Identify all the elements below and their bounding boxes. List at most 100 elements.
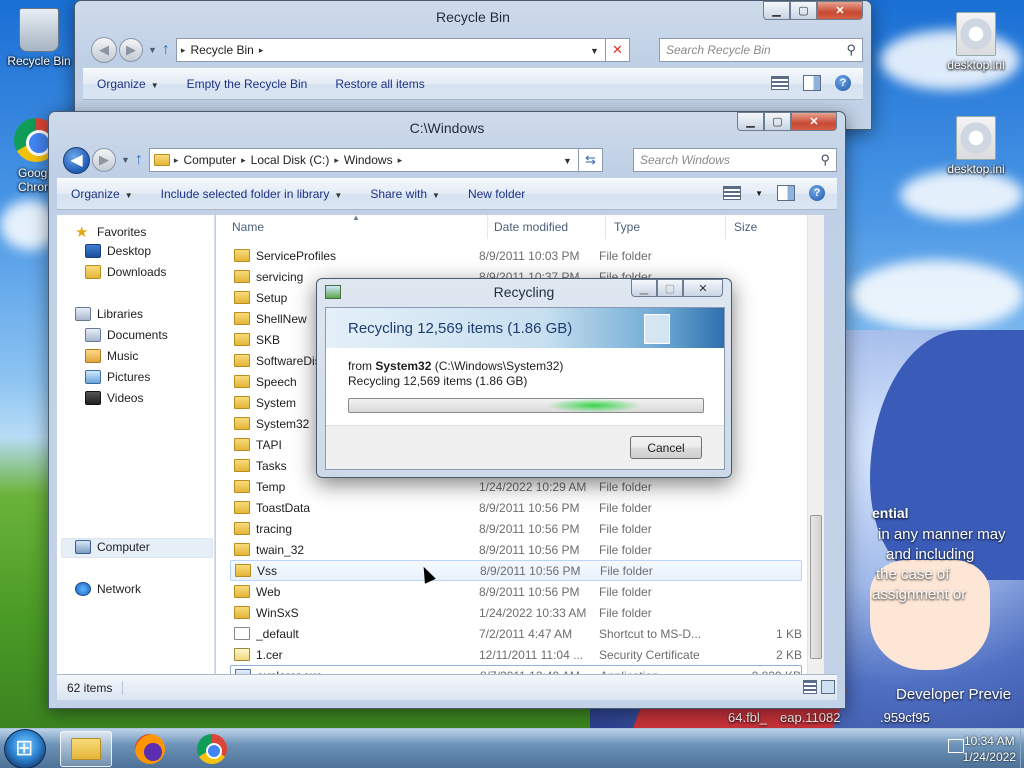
preview-pane-icon[interactable] — [803, 75, 821, 91]
file-type: File folder — [599, 500, 652, 515]
search-input[interactable]: Search Recycle Bin ⚲ — [659, 38, 863, 62]
file-type: File folder — [600, 563, 653, 578]
file-name: Web — [256, 584, 281, 599]
up-level-button[interactable]: ↑ — [135, 151, 143, 169]
clock[interactable]: 10:34 AM 1/24/2022 — [963, 733, 1016, 765]
file-type: File folder — [599, 542, 652, 557]
up-level-button[interactable]: ↑ — [162, 41, 170, 59]
file-row[interactable]: WinSxS 1/24/2022 10:33 AM File folder — [230, 602, 802, 623]
chevron-down-icon[interactable]: ▼ — [590, 46, 599, 56]
column-header-size[interactable]: Size — [726, 215, 806, 239]
large-icons-view-icon[interactable] — [821, 680, 835, 694]
address-bar[interactable]: ▸ Computer ▸ Local Disk (C:) ▸ Windows ▸… — [148, 148, 603, 172]
nav-libraries[interactable]: Libraries — [75, 307, 143, 321]
organize-menu[interactable]: Organize ▼ — [57, 187, 147, 201]
search-icon: ⚲ — [820, 152, 830, 167]
nav-computer[interactable]: Computer — [75, 540, 150, 554]
file-row[interactable]: ServiceProfiles 8/9/2011 10:03 PM File fol… — [230, 245, 802, 266]
nav-music[interactable]: Music — [85, 349, 138, 363]
file-date: 8/9/2011 10:56 PM — [480, 563, 581, 578]
window-title: C:\Windows — [409, 120, 485, 136]
help-icon[interactable]: ? — [835, 75, 851, 91]
breadcrumb-windows[interactable]: Windows — [339, 153, 398, 167]
file-row[interactable]: Temp 1/24/2022 10:29 AM File folder — [230, 476, 802, 497]
nav-desktop[interactable]: Desktop — [85, 244, 151, 258]
file-type: File folder — [599, 605, 652, 620]
show-desktop-button[interactable] — [1020, 729, 1024, 768]
close-button[interactable]: ✕ — [817, 1, 863, 20]
file-type: File folder — [599, 479, 652, 494]
file-row[interactable]: twain_32 8/9/2011 10:56 PM File folder — [230, 539, 802, 560]
search-input[interactable]: Search Windows ⚲ — [633, 148, 837, 172]
preview-pane-icon[interactable] — [777, 185, 795, 201]
desktop-icon-desktop-ini-2[interactable]: desktop.ini — [940, 116, 1012, 176]
breadcrumb-computer[interactable]: Computer — [178, 153, 241, 167]
file-row[interactable]: tracing 8/9/2011 10:56 PM File folder — [230, 518, 802, 539]
source-line: from System32 (C:\Windows\System32) — [348, 359, 564, 373]
file-size: 2 KB — [775, 647, 802, 662]
file-row[interactable]: ToastData 8/9/2011 10:56 PM File folder — [230, 497, 802, 518]
nav-videos[interactable]: Videos — [85, 391, 143, 405]
chevron-right-icon: ▸ — [258, 44, 264, 55]
navigation-pane: ★ Favorites Desktop Downloads Libraries D… — [57, 215, 215, 689]
breadcrumb-local-disk[interactable]: Local Disk (C:) — [246, 153, 335, 167]
desktop-icon-recycle-bin[interactable]: Recycle Bin — [3, 8, 75, 68]
forward-button[interactable]: ▶ — [92, 148, 116, 172]
empty-recycle-bin-button[interactable]: Empty the Recycle Bin — [173, 77, 322, 91]
file-type: File folder — [599, 248, 652, 263]
recent-pages-dropdown[interactable]: ▼ — [121, 155, 130, 165]
include-in-library-menu[interactable]: Include selected folder in library ▼ — [147, 187, 357, 201]
minimize-button[interactable]: ▁ — [631, 279, 657, 297]
file-row[interactable]: 1.cer 12/11/2011 11:04 ... Security Certif… — [230, 644, 802, 665]
restore-all-button[interactable]: Restore all items — [321, 77, 438, 91]
start-button[interactable] — [4, 729, 46, 768]
taskbar-explorer[interactable] — [60, 731, 112, 767]
help-icon[interactable]: ? — [809, 185, 825, 201]
file-date: 8/9/2011 10:56 PM — [479, 584, 580, 599]
minimize-button[interactable]: ▁ — [763, 1, 790, 20]
cancel-button[interactable]: Cancel — [630, 436, 702, 459]
command-bar: Organize ▼ Empty the Recycle Bin Restore … — [83, 68, 863, 100]
organize-menu[interactable]: Organize ▼ — [83, 77, 173, 91]
certificate-icon — [234, 648, 250, 661]
minimize-button[interactable]: ▁ — [737, 112, 764, 131]
file-row[interactable]: Vss 8/9/2011 10:56 PM File folder — [230, 560, 802, 581]
folder-icon — [234, 522, 250, 535]
column-header-type[interactable]: Type — [606, 215, 726, 239]
nav-pictures[interactable]: Pictures — [85, 370, 150, 384]
forward-button[interactable]: ▶ — [119, 38, 143, 62]
maximize-button[interactable]: ▢ — [657, 279, 683, 297]
chevron-down-icon[interactable]: ▼ — [755, 189, 763, 198]
maximize-button[interactable]: ▢ — [764, 112, 791, 131]
share-with-menu[interactable]: Share with ▼ — [356, 187, 454, 201]
nav-network[interactable]: Network — [75, 582, 141, 596]
file-date: 7/2/2011 4:47 AM — [479, 626, 573, 641]
scrollbar-thumb[interactable] — [810, 515, 822, 659]
file-row[interactable]: _default 7/2/2011 4:47 AM Shortcut to MS-D… — [230, 623, 802, 644]
back-button[interactable]: ◀ — [63, 146, 90, 174]
nav-favorites[interactable]: ★ Favorites — [75, 223, 146, 241]
file-name: Vss — [257, 563, 278, 578]
column-header-date[interactable]: Date modified — [486, 215, 606, 239]
close-icon[interactable]: ✕ — [604, 38, 629, 62]
nav-downloads[interactable]: Downloads — [85, 265, 166, 279]
desktop-icon-desktop-ini-1[interactable]: desktop.ini — [940, 12, 1012, 72]
new-folder-button[interactable]: New folder — [454, 187, 539, 201]
nav-documents[interactable]: Documents — [85, 328, 168, 342]
close-button[interactable]: ✕ — [683, 279, 723, 297]
chevron-down-icon[interactable]: ▼ — [563, 156, 572, 166]
view-options-icon[interactable] — [723, 186, 742, 200]
maximize-button[interactable]: ▢ — [790, 1, 817, 20]
refresh-icon[interactable]: ⇆ — [577, 148, 602, 172]
details-view-icon[interactable] — [803, 680, 817, 694]
back-button[interactable]: ◀ — [91, 37, 117, 63]
address-bar[interactable]: ▸ Recycle Bin ▸ ▼ ✕ — [175, 38, 630, 62]
view-options-icon[interactable] — [771, 76, 789, 90]
close-button[interactable]: ✕ — [791, 112, 837, 131]
network-tray-icon[interactable] — [948, 739, 964, 753]
file-row[interactable]: Web 8/9/2011 10:56 PM File folder — [230, 581, 802, 602]
recent-pages-dropdown[interactable]: ▼ — [148, 45, 157, 55]
taskbar-firefox[interactable] — [124, 731, 176, 767]
vertical-scrollbar[interactable] — [807, 215, 824, 689]
taskbar-chrome[interactable] — [186, 731, 238, 767]
